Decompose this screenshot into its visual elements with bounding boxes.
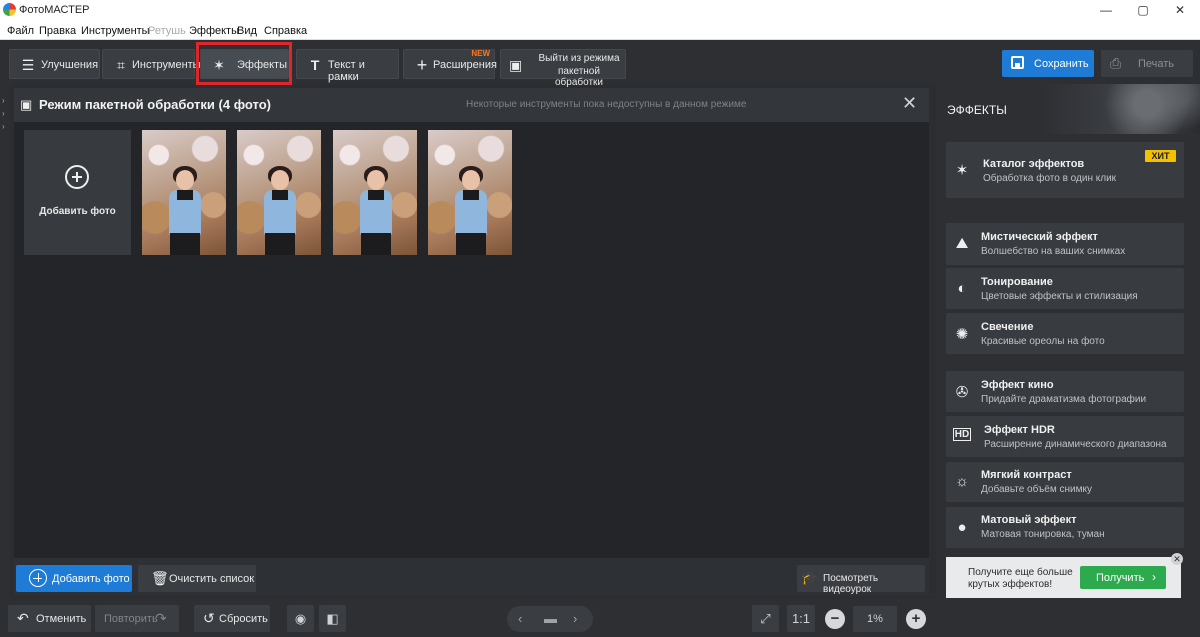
fit-screen-icon[interactable]: ⤢ xyxy=(752,605,779,632)
print-button[interactable]: ⎙ Печать xyxy=(1101,50,1193,77)
sparkle-icon: ✺ xyxy=(955,326,969,343)
redo-button[interactable]: Повторить ↷ xyxy=(95,605,179,632)
trash-icon: 🗑 xyxy=(151,570,169,586)
menu-retouch[interactable]: Ретушь xyxy=(148,25,186,37)
text-icon: T xyxy=(310,57,320,73)
promo-banner: Получите еще больше крутых эффектов! Пол… xyxy=(946,557,1181,598)
gallery-icon: ▣ xyxy=(20,97,33,112)
effect-soft-contrast[interactable]: ☼ Мягкий контраст Добавьте объём снимку xyxy=(946,462,1184,502)
get-more-effects-button[interactable]: Получить › xyxy=(1080,566,1166,589)
batch-workspace: ▣ Режим пакетной обработки (4 фото) Неко… xyxy=(14,88,929,596)
redo-icon: ↷ xyxy=(155,610,167,626)
effect-toning[interactable]: ◐ Тонирование Цветовые эффекты и стилиза… xyxy=(946,268,1184,309)
half-circle-icon: ◐ xyxy=(957,280,967,297)
eye-icon[interactable]: ◉ xyxy=(287,605,314,632)
save-button[interactable]: Сохранить xyxy=(1002,50,1094,77)
sunrise-icon: ☼ xyxy=(955,473,969,490)
zoom-in-icon[interactable]: + xyxy=(906,609,926,629)
undo-button[interactable]: ↶ Отменить xyxy=(8,605,91,632)
folder-icon[interactable]: ▬ xyxy=(544,611,557,626)
next-photo-icon[interactable]: › xyxy=(573,611,577,626)
graduation-cap-icon: 🎓 xyxy=(801,570,818,585)
sliders-icon: ☰ xyxy=(21,57,35,73)
expand-arrow-icon[interactable]: › xyxy=(2,96,5,105)
zoom-level[interactable]: 1% xyxy=(853,606,897,632)
save-icon xyxy=(1011,56,1024,69)
crop-icon: ⌗ xyxy=(117,57,125,73)
add-photo-tile[interactable]: Добавить фото xyxy=(24,130,131,255)
hit-badge: ХИТ xyxy=(1145,150,1176,162)
tab-text-frames[interactable]: T Текст и рамки xyxy=(296,49,399,83)
tab-enhancements[interactable]: ☰ Улучшения xyxy=(9,49,100,79)
app-title: ФотоМАСТЕР xyxy=(19,4,90,16)
new-badge: NEW xyxy=(471,49,490,58)
photo-navigation: ‹ ▬ › xyxy=(507,606,593,632)
panel-header: ЭФФЕКТЫ xyxy=(936,84,1200,134)
effects-panel: ЭФФЕКТЫ ✶ Каталог эффектов Обработка фот… xyxy=(936,84,1200,599)
add-circle-icon xyxy=(29,569,47,587)
add-photo-button[interactable]: Добавить фото xyxy=(16,565,132,592)
effect-matte[interactable]: ● Матовый эффект Матовая тонировка, тума… xyxy=(946,507,1184,548)
chevron-right-icon: › xyxy=(1152,570,1156,584)
compare-icon[interactable]: ◧ xyxy=(319,605,346,632)
minimize-button[interactable]: — xyxy=(1088,0,1124,20)
reset-icon: ↺ xyxy=(203,610,215,626)
magic-wand-icon: ✶ xyxy=(955,162,969,179)
menu-bar: Файл Правка Инструменты Ретушь Эффекты В… xyxy=(0,20,1200,40)
title-bar: ФотоМАСТЕР — ▢ ✕ xyxy=(0,0,1200,20)
workspace-header: ▣ Режим пакетной обработки (4 фото) Неко… xyxy=(14,88,929,122)
clear-list-button[interactable]: 🗑 Очистить список xyxy=(138,565,256,592)
effect-cinema[interactable]: ✇ Эффект кино Придайте драматизма фотогр… xyxy=(946,371,1184,412)
menu-tools[interactable]: Инструменты xyxy=(81,25,150,37)
tab-extensions[interactable]: + Расширения NEW xyxy=(403,49,497,79)
menu-edit[interactable]: Правка xyxy=(39,25,76,37)
close-window-button[interactable]: ✕ xyxy=(1162,0,1198,20)
droplet-icon: ● xyxy=(957,519,967,536)
menu-help[interactable]: Справка xyxy=(264,25,307,37)
close-promo-icon[interactable]: ✕ xyxy=(1171,553,1183,565)
menu-effects[interactable]: Эффекты xyxy=(189,25,239,37)
plus-circle-icon xyxy=(65,165,89,189)
expand-arrow-icon[interactable]: › xyxy=(2,109,5,118)
app-logo-icon xyxy=(3,3,16,16)
undo-icon: ↶ xyxy=(17,610,29,626)
close-icon[interactable]: ✕ xyxy=(902,93,917,114)
reset-button[interactable]: ↺ Сбросить xyxy=(194,605,270,632)
effect-glow[interactable]: ✺ Свечение Красивые ореолы на фото xyxy=(946,313,1184,354)
menu-file[interactable]: Файл xyxy=(7,25,34,37)
page-title: Режим пакетной обработки (4 фото) xyxy=(39,97,271,112)
panel-title: ЭФФЕКТЫ xyxy=(947,103,1007,117)
expand-arrow-icon[interactable]: › xyxy=(2,122,5,131)
effect-hdr[interactable]: HD Эффект HDR Расширение динамического д… xyxy=(946,416,1184,457)
zoom-out-icon[interactable]: − xyxy=(825,609,845,629)
video-tutorial-button[interactable]: 🎓 Посмотреть видеоурок xyxy=(797,565,925,595)
menu-view[interactable]: Вид xyxy=(237,25,257,37)
photo-thumbnail[interactable] xyxy=(428,130,512,255)
workspace-footer: Добавить фото 🗑 Очистить список 🎓 Посмот… xyxy=(14,558,929,596)
landscape-icon: ⛰ xyxy=(955,235,969,252)
bottom-bar: ↶ Отменить Повторить ↷ ↺ Сбросить ◉ ◧ ⤢ … xyxy=(0,599,1200,637)
exit-batch-mode-button[interactable]: ▣ Выйти из режима пакетной обработки xyxy=(500,49,626,88)
prev-photo-icon[interactable]: ‹ xyxy=(518,611,522,626)
maximize-button[interactable]: ▢ xyxy=(1125,0,1161,20)
tab-tools[interactable]: ⌗ Инструменты xyxy=(102,49,201,79)
effects-tab-highlight xyxy=(196,42,292,85)
film-reel-icon: ✇ xyxy=(955,384,969,401)
notice-text: Некоторые инструменты пока недоступны в … xyxy=(466,99,747,110)
printer-icon: ⎙ xyxy=(1110,55,1122,71)
photo-thumbnail[interactable] xyxy=(142,130,226,255)
effect-mystic[interactable]: ⛰ Мистический эффект Волшебство на ваших… xyxy=(946,223,1184,265)
actual-size-button[interactable]: 1:1 xyxy=(787,605,815,632)
hdr-icon: HD xyxy=(953,428,971,441)
plus-icon: + xyxy=(416,55,428,75)
photo-thumbnail[interactable] xyxy=(333,130,417,255)
effects-catalog-card[interactable]: ✶ Каталог эффектов Обработка фото в один… xyxy=(946,142,1184,198)
photo-thumbnail[interactable] xyxy=(237,130,321,255)
left-panel-collapsed[interactable]: › › › xyxy=(0,84,10,599)
image-icon: ▣ xyxy=(509,57,523,73)
